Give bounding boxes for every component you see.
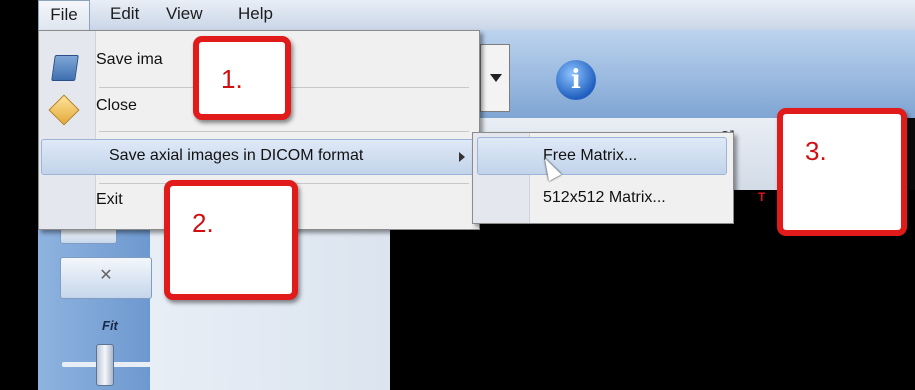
wrench-icon: ✕ — [99, 267, 113, 284]
dicom-submenu: Free Matrix... 512x512 Matrix... — [472, 132, 734, 224]
menu-item-save-axial-dicom[interactable]: Save axial images in DICOM format — [109, 147, 363, 165]
tools-button[interactable]: ✕ — [60, 257, 152, 299]
menu-item-save-image[interactable]: Save ima — [96, 51, 163, 69]
ruler-tool-button[interactable] — [60, 228, 117, 244]
fit-label: Fit — [102, 318, 118, 333]
menu-item-close[interactable]: Close — [96, 97, 137, 115]
submenu-item-512-matrix[interactable]: 512x512 Matrix... — [543, 189, 666, 207]
menu-item-exit[interactable]: Exit — [96, 191, 123, 209]
callout-3: 3. — [777, 108, 907, 236]
callout-3-label: 3. — [805, 136, 827, 166]
menu-help[interactable]: Help — [238, 4, 273, 24]
menu-view[interactable]: View — [166, 4, 203, 24]
submenu-item-free-matrix[interactable]: Free Matrix... — [543, 147, 637, 165]
info-icon[interactable]: i — [556, 60, 596, 100]
menu-bar: File Edit View Help — [38, 0, 915, 31]
menu-file[interactable]: File — [38, 0, 90, 30]
submenu-arrow-icon — [459, 152, 465, 162]
menu-separator — [99, 131, 469, 132]
callout-1: 1. — [193, 36, 291, 120]
orientation-marker: T — [758, 190, 766, 204]
callout-2: 2. — [164, 180, 298, 300]
fit-slider-thumb[interactable] — [96, 344, 114, 386]
menu-edit[interactable]: Edit — [110, 4, 139, 24]
toolbar — [480, 30, 915, 118]
callout-2-label: 2. — [192, 208, 214, 238]
combo-dropdown-arrow[interactable] — [480, 44, 510, 112]
callout-1-label: 1. — [221, 64, 243, 94]
save-icon — [51, 55, 79, 81]
